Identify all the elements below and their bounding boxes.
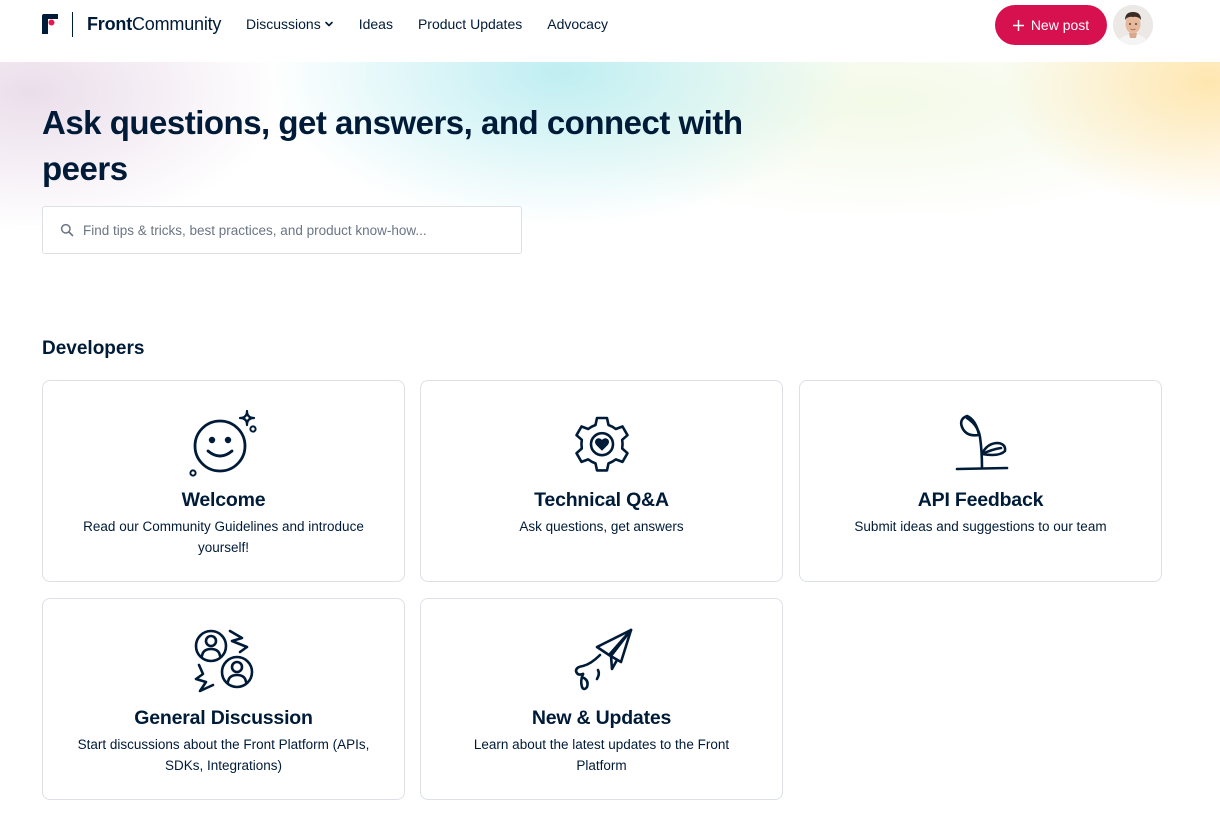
logo-divider [72,12,73,37]
hero-title: Ask questions, get answers, and connect … [42,104,743,187]
category-card-api-feedback[interactable]: API Feedback Submit ideas and suggestion… [799,380,1162,582]
card-title: Technical Q&A [534,489,669,511]
front-logo-icon[interactable] [42,14,58,34]
new-post-button[interactable]: New post [995,5,1107,45]
gear-heart-icon [574,416,629,472]
card-title: API Feedback [917,489,1044,511]
sprout-icon [955,414,1008,471]
plus-icon [1012,19,1024,31]
card-title: General Discussion [134,707,313,729]
main-nav: Discussions Ideas Product Updates Advoca… [246,16,633,32]
card-description: Ask questions, get answers [519,519,684,534]
nav-ideas[interactable]: Ideas [359,16,393,32]
user-avatar-image [1113,5,1153,45]
category-card-welcome[interactable]: Welcome Read our Community Guidelines an… [42,380,405,582]
brand-name-rest: Community [132,14,222,34]
card-title: New & Updates [531,707,672,729]
category-card-general-discussion[interactable]: General Discussion Start discussions abo… [42,598,405,800]
smiley-icon [188,409,257,477]
card-description: Learn about the latest updates to the Fr… [473,737,730,773]
brand-name[interactable]: FrontCommunity [87,14,221,35]
nav-advocacy[interactable]: Advocacy [547,16,608,32]
search-icon [60,223,74,237]
card-title: Welcome [181,489,266,511]
nav-discussions[interactable]: Discussions [246,16,334,32]
category-card-new-updates[interactable]: New & Updates Learn about the latest upd… [420,598,783,800]
category-card-technical-qa[interactable]: Technical Q&A Ask questions, get answers [420,380,783,582]
card-description: Start discussions about the Front Platfo… [77,737,370,773]
brand-name-bold: Front [87,14,132,34]
new-post-label: New post [1030,17,1090,33]
nav-discussions-label: Discussions [246,16,321,32]
search-input[interactable] [83,222,513,238]
chevron-down-icon [324,21,333,27]
nav-product-updates[interactable]: Product Updates [418,16,522,32]
people-discussion-icon [194,629,253,693]
search-box[interactable] [42,206,522,254]
paper-plane-icon [574,628,632,691]
user-avatar[interactable] [1113,5,1153,45]
card-description: Submit ideas and suggestions to our team [854,519,1107,534]
section-title: Developers [42,338,145,359]
card-description: Read our Community Guidelines and introd… [83,519,364,555]
top-header: FrontCommunity Discussions Ideas Product… [0,0,1220,62]
